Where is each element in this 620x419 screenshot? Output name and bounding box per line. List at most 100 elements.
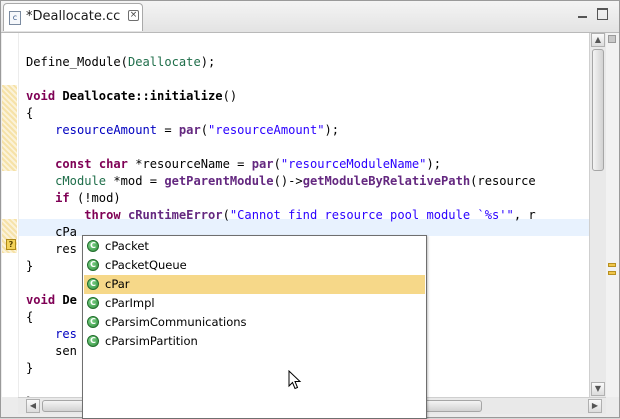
class-icon: C xyxy=(87,316,99,328)
code-token: void xyxy=(26,293,56,307)
completion-item[interactable]: CcParsimCommunications xyxy=(84,313,425,332)
code-line: Define_Module(Deallocate); xyxy=(26,54,215,71)
code-token: Deallocate xyxy=(127,55,201,69)
completion-label: cPar xyxy=(105,277,130,291)
completion-label: cParsimCommunications xyxy=(105,315,247,329)
code-line: cModule *mod = getParentModule()->getMod… xyxy=(26,173,536,190)
code-token: () xyxy=(222,89,238,103)
code-token: const xyxy=(55,157,92,171)
code-token: ); xyxy=(324,123,340,137)
code-token: (resource xyxy=(470,174,536,188)
scroll-right-icon[interactable]: ▶ xyxy=(588,399,602,413)
code-token: char xyxy=(98,157,128,171)
code-token: cRuntimeError xyxy=(127,208,223,222)
code-token: (!mod) xyxy=(69,191,121,205)
code-line: resourceAmount = par("resourceAmount"); xyxy=(26,122,339,139)
change-marker xyxy=(2,85,17,171)
quickfix-icon[interactable]: ? xyxy=(6,239,16,250)
completion-label: cPacket xyxy=(105,239,149,253)
code-token: "resourceModuleName" xyxy=(280,157,427,171)
minimize-icon[interactable] xyxy=(577,8,589,20)
code-token: resourceAmount xyxy=(55,123,158,137)
scroll-left-icon[interactable]: ◀ xyxy=(26,399,40,413)
class-icon: C xyxy=(87,335,99,347)
completion-item[interactable]: CcPacketQueue xyxy=(84,256,425,275)
code-token: throw xyxy=(84,208,121,222)
code-token: } xyxy=(26,361,34,375)
code-token: ()-> xyxy=(273,174,303,188)
code-token: Define_Module( xyxy=(26,55,128,69)
tab-bar: c *Deallocate.cc × xyxy=(1,1,619,33)
tab-title: *Deallocate.cc xyxy=(26,9,121,24)
code-line: void Deallocate::initialize() xyxy=(26,88,237,105)
code-line: if (!mod) xyxy=(26,190,121,207)
code-token: par xyxy=(178,123,201,137)
code-token: } xyxy=(26,259,34,273)
code-line: { xyxy=(26,309,33,326)
code-line: res xyxy=(26,326,77,343)
mouse-pointer-icon xyxy=(288,370,302,390)
code-line: } xyxy=(26,360,33,377)
code-token: { xyxy=(26,106,34,120)
class-icon: C xyxy=(87,297,99,309)
class-icon: C xyxy=(87,278,99,290)
code-token: par xyxy=(251,157,274,171)
editor-window: c *Deallocate.cc × ? Define_Module(Deall… xyxy=(0,0,620,419)
code-token: ( xyxy=(200,123,209,137)
completion-item[interactable]: CcPacket xyxy=(84,237,425,256)
code-line: { xyxy=(26,105,33,122)
overview-status-icon xyxy=(608,35,616,43)
close-icon[interactable]: × xyxy=(128,10,139,21)
code-token: cPa xyxy=(26,225,77,239)
tab-deallocate-cc[interactable]: c *Deallocate.cc × xyxy=(3,3,143,31)
code-line: const char *resourceName = par("resource… xyxy=(26,156,441,173)
code-token: sen xyxy=(26,344,77,358)
code-token: ); xyxy=(426,157,442,171)
code-token: if xyxy=(55,191,70,205)
code-token: = xyxy=(157,123,179,137)
vertical-ruler: ? xyxy=(2,33,19,397)
code-line: cPa xyxy=(26,224,77,241)
scroll-up-icon[interactable]: ▲ xyxy=(591,33,605,47)
completion-item[interactable]: CcPar xyxy=(84,275,425,294)
code-line: sen xyxy=(26,343,77,360)
overview-warning-mark[interactable] xyxy=(608,263,616,267)
class-icon: C xyxy=(87,240,99,252)
code-token: ( xyxy=(273,157,281,171)
code-line: } xyxy=(26,258,33,275)
c-source-file-icon: c xyxy=(9,11,21,25)
code-token: "resourceAmount" xyxy=(208,123,325,137)
completion-label: cParsimPartition xyxy=(105,334,198,348)
code-token: ); xyxy=(200,55,216,69)
code-token: getParentModule xyxy=(164,174,274,188)
code-line: throw cRuntimeError("Cannot find resourc… xyxy=(26,207,536,224)
code-token: De xyxy=(62,293,77,307)
code-token: "Cannot find resource pool module `%s'" xyxy=(229,208,514,222)
code-token: getModuleByRelativePath xyxy=(302,174,471,188)
code-token: res xyxy=(55,327,77,341)
code-token: *mod = xyxy=(106,174,165,188)
overview-warning-mark[interactable] xyxy=(608,271,616,275)
class-icon: C xyxy=(87,259,99,271)
scroll-down-icon[interactable]: ▼ xyxy=(591,382,605,396)
code-token: , r xyxy=(513,208,536,222)
code-token: Deallocate::initialize xyxy=(62,89,223,103)
content-assist-popup[interactable]: CcPacket CcPacketQueue CcPar CcParImpl CcPar… xyxy=(82,235,427,419)
vertical-scrollbar[interactable]: ▲ ▼ xyxy=(589,33,606,397)
vertical-scroll-thumb[interactable] xyxy=(592,49,604,171)
code-token: res xyxy=(26,242,77,256)
completion-label: cParImpl xyxy=(105,296,155,310)
maximize-icon[interactable] xyxy=(597,8,609,20)
completion-item[interactable]: CcParsimPartition xyxy=(84,332,425,351)
completion-item[interactable]: CcParImpl xyxy=(84,294,425,313)
overview-ruler[interactable] xyxy=(606,33,619,397)
code-token: cModule xyxy=(55,174,107,188)
code-token: ( xyxy=(222,208,230,222)
